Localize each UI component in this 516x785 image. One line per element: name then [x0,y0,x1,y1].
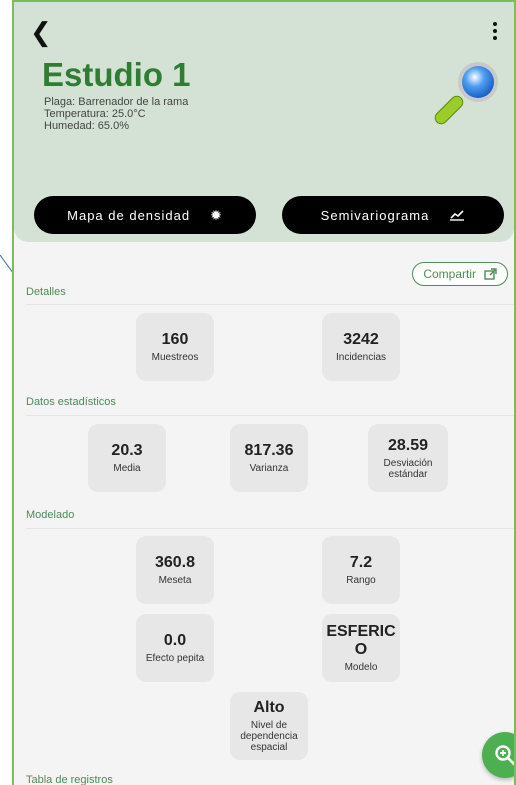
section-model: Modelado [26,509,75,521]
card-samples: 160 Muestreos [136,313,214,381]
samples-label: Muestreos [151,352,199,363]
card-incidences: 3242 Incidencias [322,313,400,381]
range-label: Rango [346,575,376,586]
model-value: ESFERICO [326,623,396,658]
samples-value: 160 [161,331,189,348]
card-nugget: 0.0 Efecto pepita [136,614,214,682]
card-mean: 20.3 Media [88,424,166,492]
search-fab[interactable] [482,732,514,778]
study-title: Estudio 1 [42,56,191,93]
card-std: 28.59 Desviación estándar [368,424,448,492]
section-stats: Datos estadísticos [26,396,116,408]
study-header: ❮ Estudio 1 Plaga: Barrenador de la rama… [14,2,514,242]
density-map-button[interactable]: Mapa de densidad ✹ [34,196,256,234]
gear-icon: ✹ [210,206,223,223]
dependence-label: Nivel de dependencia espacial [240,720,298,753]
variance-label: Varianza [249,463,289,474]
range-value: 7.2 [349,554,373,571]
search-icon [495,745,514,766]
semivariogram-label: Semivariograma [320,207,430,223]
divider [26,415,514,416]
card-sill: 360.8 Meseta [136,536,214,604]
magnifier-icon [434,62,498,125]
sill-label: Meseta [158,575,192,586]
pest-text: Plaga: Barrenador de la rama [44,96,189,108]
section-details: Detalles [26,286,66,298]
incidences-value: 3242 [343,331,379,348]
section-table: Tabla de registros [26,774,113,785]
mean-label: Media [113,463,141,474]
share-label: Compartir [423,267,476,281]
std-value: 28.59 [387,436,429,454]
share-button[interactable]: Compartir [412,262,508,286]
share-icon [484,268,497,280]
nugget-value: 0.0 [163,632,187,649]
card-variance: 817.36 Varianza [230,424,308,492]
nugget-label: Efecto pepita [145,653,205,664]
chart-icon [450,210,465,221]
card-dependence: Alto Nivel de dependencia espacial [230,692,308,760]
humidity-text: Humedad: 65.0% [44,120,129,132]
variance-value: 817.36 [244,442,294,459]
mean-value: 20.3 [111,442,143,459]
sill-value: 360.8 [154,554,196,571]
card-range: 7.2 Rango [322,536,400,604]
std-label: Desviación estándar [383,457,433,480]
back-arrow-icon[interactable]: ❮ [30,19,54,45]
divider [26,304,514,305]
incidences-label: Incidencias [335,352,387,363]
more-vert-icon[interactable] [490,22,500,44]
card-model: ESFERICO Modelo [322,614,400,682]
temperature-text: Temperatura: 25.0°C [44,108,146,120]
app-screen: ❮ Estudio 1 Plaga: Barrenador de la rama… [12,0,516,785]
dependence-value: Alto [253,699,285,716]
semivariogram-button[interactable]: Semivariograma [282,196,504,234]
model-label: Modelo [344,662,378,673]
divider [26,528,514,529]
density-map-label: Mapa de densidad [67,207,191,223]
